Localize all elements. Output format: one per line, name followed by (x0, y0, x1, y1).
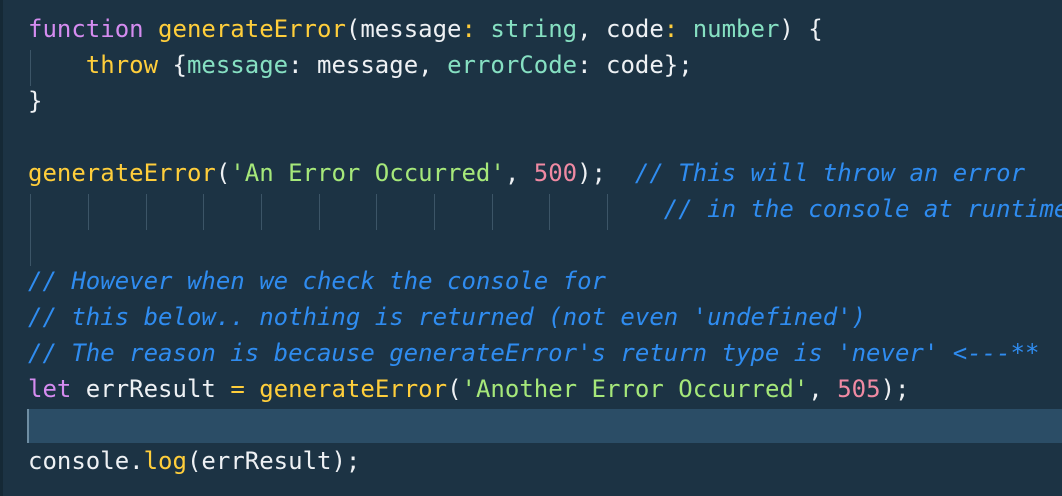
code-line[interactable]: // The reason is because generateError's… (28, 335, 1039, 371)
code-line[interactable]: // However when we check the console for (28, 263, 606, 299)
code-token: 500 (533, 159, 578, 187)
code-token: ( (447, 375, 462, 403)
code-token: ( (215, 159, 231, 187)
code-comment: // The reason is because generateError's… (28, 339, 1040, 367)
code-line[interactable]: // this below.. nothing is returned (not… (28, 299, 866, 335)
code-token: : (461, 15, 476, 43)
text-cursor (27, 409, 29, 443)
code-token: (errResult); (186, 447, 361, 475)
code-token: , code (577, 15, 664, 43)
code-line[interactable]: console.log(errResult); (28, 443, 360, 479)
code-token: generateError (28, 159, 216, 187)
code-editor[interactable]: function generateError(message: string, … (0, 0, 1062, 496)
code-comment: // in the console at runtime (663, 195, 1062, 223)
current-line-highlight (28, 409, 1062, 443)
code-token: let (28, 375, 72, 403)
code-token: ); (577, 159, 635, 187)
code-token: : (663, 15, 679, 43)
code-token: : message, (288, 51, 448, 79)
code-token: function (28, 15, 144, 43)
code-line[interactable]: function generateError(message: string, … (28, 11, 823, 47)
code-token: number (692, 15, 780, 43)
code-token: 'Another Error Occurred' (461, 375, 809, 403)
code-token: throw (85, 51, 159, 79)
code-token: log (143, 447, 187, 475)
code-token: 505 (837, 375, 881, 403)
code-token: { (158, 51, 187, 79)
code-token: , (504, 159, 534, 187)
code-token: 'An Error Occurred' (230, 159, 505, 187)
code-token: = (230, 375, 245, 403)
code-token: generateError (158, 15, 346, 43)
code-token: . (129, 447, 144, 475)
code-token: console (28, 447, 130, 475)
code-token: errorCode (447, 51, 578, 79)
code-token: : code}; (577, 51, 693, 79)
code-token: string (490, 15, 578, 43)
code-line[interactable]: generateError('An Error Occurred', 500);… (28, 155, 1025, 191)
code-comment: // However when we check the console for (28, 267, 606, 295)
code-line[interactable]: throw {message: message, errorCode: code… (28, 47, 693, 83)
code-token: ) { (779, 15, 823, 43)
code-token: } (28, 87, 43, 115)
code-token: ); (880, 375, 910, 403)
editor-gutter-edge (0, 0, 3, 496)
code-comment: // this below.. nothing is returned (not… (28, 303, 867, 331)
code-token: generateError (259, 375, 448, 403)
code-comment: // This will throw an error (634, 159, 1026, 187)
code-line[interactable]: // in the console at runtime (28, 191, 1062, 227)
code-token: , (808, 375, 838, 403)
code-token: message (186, 51, 289, 79)
code-token: (message (345, 15, 462, 43)
code-line[interactable]: let errResult = generateError('Another E… (28, 371, 909, 407)
code-token: errResult (71, 375, 231, 403)
code-line[interactable]: } (28, 83, 42, 119)
